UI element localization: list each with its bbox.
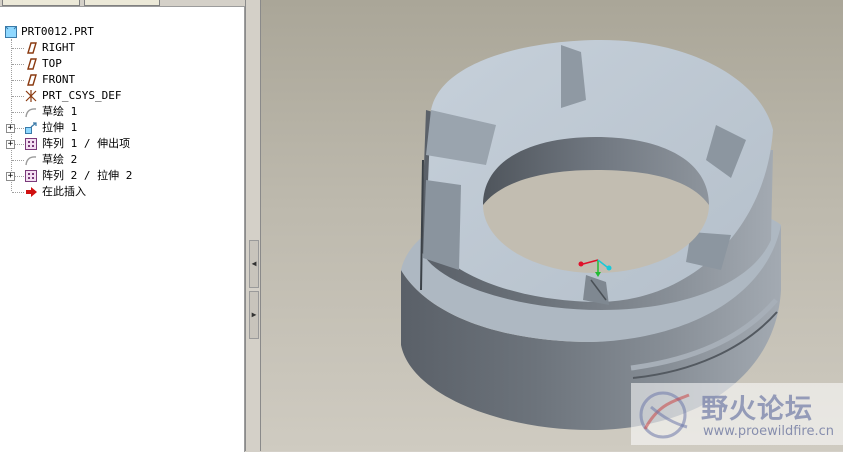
pattern-icon [24, 137, 38, 151]
coordinate-system-icon [24, 89, 38, 103]
insert-here-arrow-icon [24, 185, 38, 199]
tree-item-label: 拉伸 1 [42, 121, 78, 134]
sketch-icon [24, 153, 38, 167]
forum-logo-icon [639, 391, 690, 439]
tree-item-label: 草绘 1 [42, 105, 78, 118]
tree-item-front[interactable]: FRONT [0, 72, 240, 88]
tree-item-label: 阵列 2 / 拉伸 2 [42, 169, 133, 182]
model-tree-panel: PRT0012.PRT RIGHT TOP FRONT PRT_CSYS_DEF [0, 6, 245, 452]
tree-item-csys[interactable]: PRT_CSYS_DEF [0, 88, 240, 104]
tree-item-label: FRONT [42, 73, 76, 86]
datum-plane-icon [24, 41, 38, 55]
graphics-viewport[interactable]: 野火论坛 www.proewildfire.cn [261, 0, 843, 451]
tree-item-label: PRT_CSYS_DEF [42, 89, 122, 102]
expand-toggle[interactable]: + [6, 140, 15, 149]
expand-toggle[interactable]: + [6, 172, 15, 181]
collapse-left-button[interactable]: ◀ [249, 240, 259, 288]
tree-root-part[interactable]: PRT0012.PRT [0, 24, 240, 40]
forum-watermark: 野火论坛 www.proewildfire.cn [631, 383, 843, 445]
watermark-url: www.proewildfire.cn [703, 424, 834, 439]
panel-splitter[interactable]: ◀ ▶ [245, 0, 261, 451]
tree-item-sketch-1[interactable]: 草绘 1 [0, 104, 240, 120]
tree-item-label: 草绘 2 [42, 153, 78, 166]
watermark-title: 野火论坛 [701, 394, 813, 425]
part-icon [4, 25, 18, 39]
pattern-icon [24, 169, 38, 183]
extrude-icon [24, 121, 38, 135]
tree-item-extrude-1[interactable]: + 拉伸 1 [0, 120, 240, 136]
tree-item-insert-here[interactable]: 在此插入 [0, 184, 240, 200]
tree-item-sketch-2[interactable]: 草绘 2 [0, 152, 240, 168]
tree-item-label: 在此插入 [42, 185, 86, 198]
datum-plane-icon [24, 57, 38, 71]
tree-item-label: TOP [42, 57, 62, 70]
datum-plane-icon [24, 73, 38, 87]
tree-item-label: 阵列 1 / 伸出项 [42, 137, 131, 150]
tree-item-pattern-1[interactable]: + 阵列 1 / 伸出项 [0, 136, 240, 152]
sketch-icon [24, 105, 38, 119]
tree-item-label: RIGHT [42, 41, 76, 54]
expand-right-button[interactable]: ▶ [249, 291, 259, 339]
expand-toggle[interactable]: + [6, 124, 15, 133]
tree-item-pattern-2[interactable]: + 阵列 2 / 拉伸 2 [0, 168, 240, 184]
tree-root-label: PRT0012.PRT [21, 25, 94, 38]
tree-item-top[interactable]: TOP [0, 56, 240, 72]
tree-item-right[interactable]: RIGHT [0, 40, 240, 56]
